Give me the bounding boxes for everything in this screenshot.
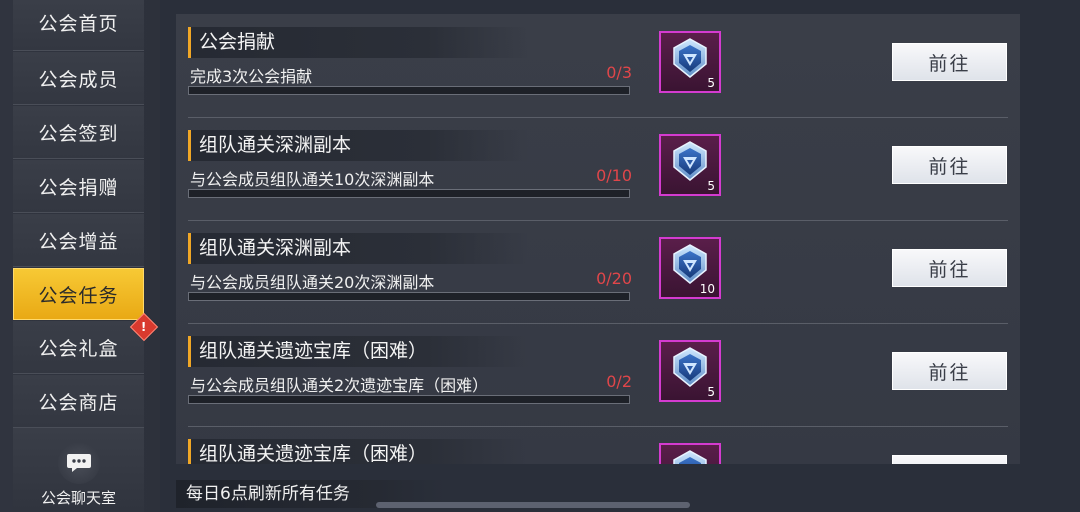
task-title: 组队通关遗迹宝库（困难） <box>188 439 528 464</box>
reward-item[interactable]: 5 <box>659 31 721 93</box>
sidebar-item-label: 公会签到 <box>38 122 119 145</box>
go-button[interactable]: 前往 <box>892 249 1007 287</box>
task-row: 组队通关遗迹宝库（困难） 与公会成员组队通关2次遗迹宝库（困难） 0/2 5 前… <box>188 323 1008 427</box>
task-progress-bar <box>188 86 630 95</box>
task-progress-text: 0/20 <box>596 269 632 288</box>
task-panel[interactable]: 公会捐献 完成3次公会捐献 0/3 5 前往 组队通关深渊副本 与公会成员组队通… <box>176 14 1020 464</box>
guild-badge-icon <box>668 36 712 84</box>
task-title: 公会捐献 <box>188 27 528 58</box>
go-button[interactable]: 前往 <box>892 352 1007 390</box>
sidebar-item-tasks[interactable]: 公会任务 <box>13 268 144 320</box>
task-progress-bar <box>188 395 630 404</box>
task-description: 与公会成员组队通关20次深渊副本 <box>190 273 435 292</box>
sidebar-item-home[interactable]: 公会首页 <box>13 0 144 51</box>
task-title: 组队通关深渊副本 <box>188 233 528 264</box>
sidebar-item-donation[interactable]: 公会捐赠 <box>13 160 144 213</box>
task-row: 公会捐献 完成3次公会捐献 0/3 5 前往 <box>188 14 1008 118</box>
reward-item[interactable] <box>659 443 721 464</box>
go-button[interactable]: 前往 <box>892 146 1007 184</box>
sidebar-item-label: 公会礼盒 <box>38 337 119 360</box>
guild-badge-icon <box>668 139 712 187</box>
task-description: 与公会成员组队通关2次遗迹宝库（困难） <box>190 376 489 395</box>
task-progress-text: 0/3 <box>606 63 632 82</box>
task-progress-text: 0/10 <box>596 166 632 185</box>
sidebar-item-label: 公会成员 <box>38 68 119 91</box>
task-row: 组队通关深渊副本 与公会成员组队通关10次深渊副本 0/10 5 前往 <box>188 117 1008 221</box>
task-progress-bar <box>188 292 630 301</box>
scrollbar[interactable] <box>376 502 690 508</box>
reward-item[interactable]: 5 <box>659 134 721 196</box>
sidebar-item-giftbox[interactable]: 公会礼盒 ! <box>13 312 159 374</box>
sidebar-item-members[interactable]: 公会成员 <box>13 52 144 105</box>
reward-count: 10 <box>699 282 715 296</box>
reward-count: 5 <box>707 385 715 399</box>
sidebar-item-label: 公会增益 <box>38 230 119 253</box>
chat-bubble-icon <box>57 442 100 484</box>
sidebar-item-label: 公会任务 <box>38 284 119 307</box>
guild-badge-icon <box>668 448 712 464</box>
task-progress-text: 0/2 <box>606 372 632 391</box>
go-button[interactable]: 前往 <box>892 455 1007 464</box>
reward-item[interactable]: 5 <box>659 340 721 402</box>
task-progress-bar <box>188 189 630 198</box>
sidebar-item-label: 公会首页 <box>38 13 119 35</box>
sidebar-item-buffs[interactable]: 公会增益 <box>13 214 144 267</box>
task-title: 组队通关遗迹宝库（困难） <box>188 336 528 367</box>
sidebar-nav: 公会首页 公会成员 公会签到 公会捐赠 公会增益 公会任务 公会礼盒 ! 公会商… <box>13 0 159 429</box>
guild-badge-icon <box>668 345 712 393</box>
go-button[interactable]: 前往 <box>892 43 1007 81</box>
reward-item[interactable]: 10 <box>659 237 721 299</box>
sidebar: 公会首页 公会成员 公会签到 公会捐赠 公会增益 公会任务 公会礼盒 ! 公会商… <box>0 0 160 512</box>
sidebar-item-shop[interactable]: 公会商店 <box>13 375 144 428</box>
task-description: 完成3次公会捐献 <box>190 67 313 86</box>
reward-count: 5 <box>707 179 715 193</box>
task-description: 与公会成员组队通关10次深渊副本 <box>190 170 435 189</box>
task-title: 组队通关深渊副本 <box>188 130 528 161</box>
chat-room-button[interactable]: 公会聊天室 <box>13 428 144 512</box>
sidebar-item-label: 公会捐赠 <box>38 176 119 199</box>
task-row: 组队通关遗迹宝库（困难） 前往 <box>188 426 1008 464</box>
task-row: 组队通关深渊副本 与公会成员组队通关20次深渊副本 0/20 10 前往 <box>188 220 1008 324</box>
sidebar-item-label: 公会商店 <box>38 391 119 414</box>
chat-room-label: 公会聊天室 <box>40 489 116 507</box>
reward-count: 5 <box>707 76 715 90</box>
sidebar-item-checkin[interactable]: 公会签到 <box>13 106 144 159</box>
